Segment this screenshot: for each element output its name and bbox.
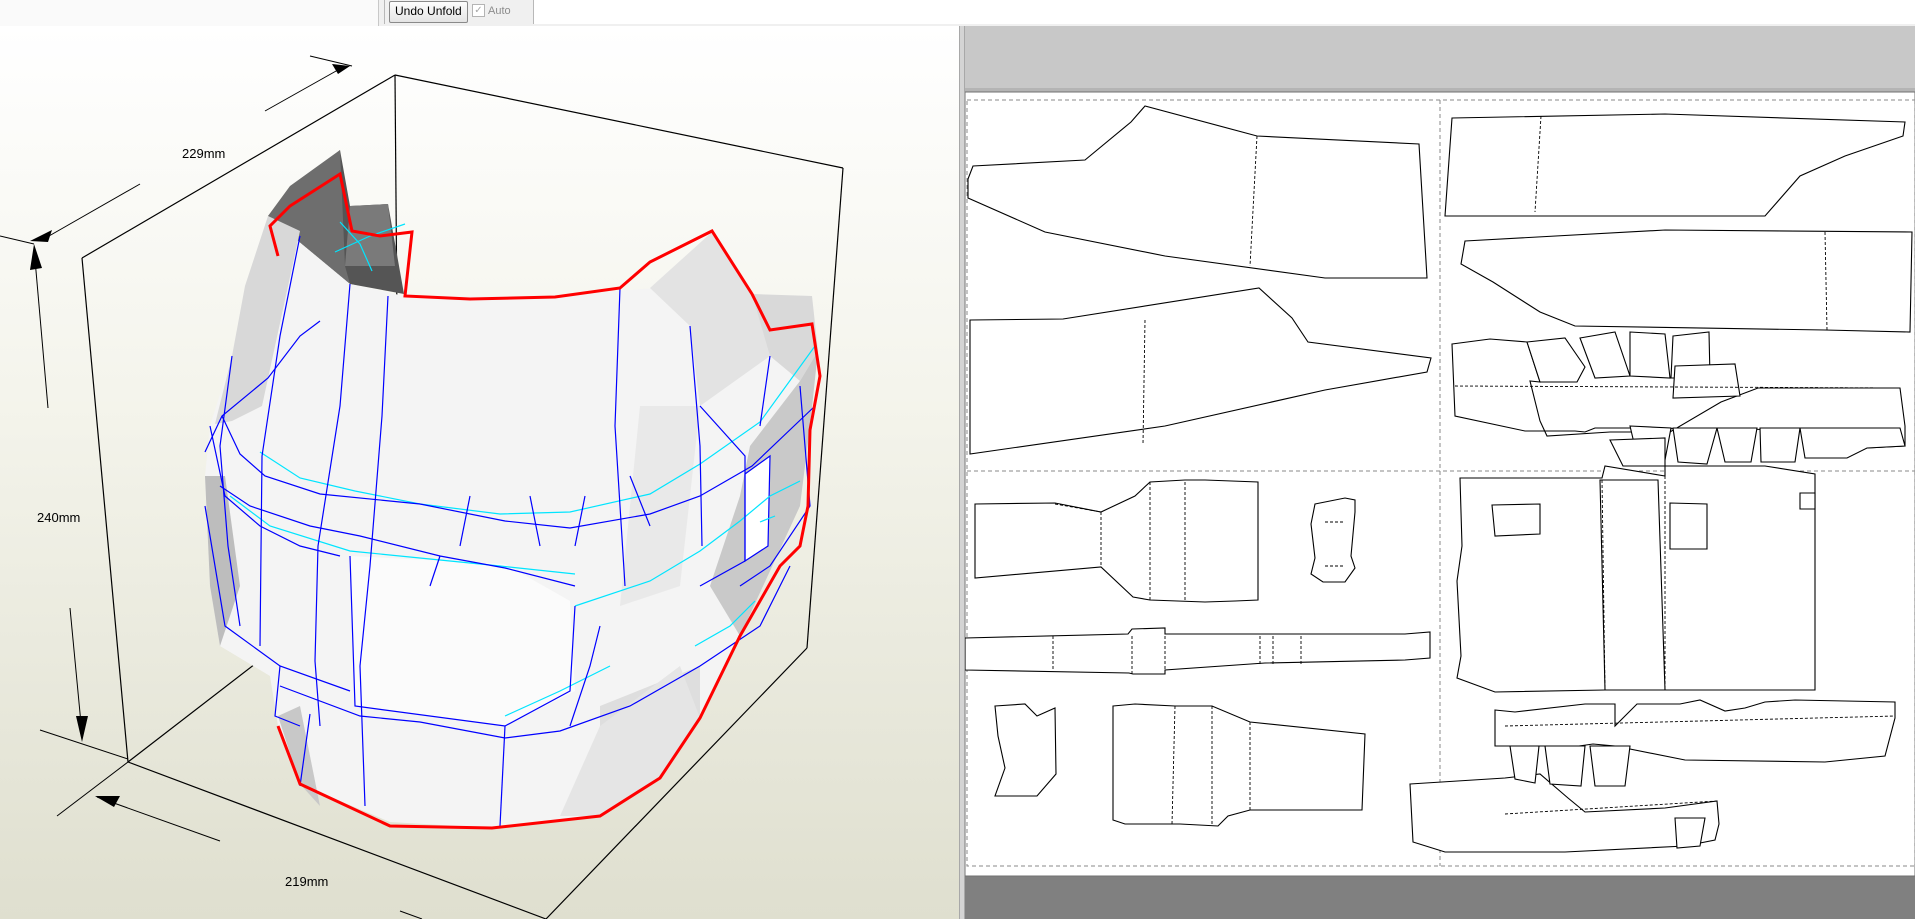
2d-pattern-view[interactable] [965, 26, 1915, 919]
toolbar-left-area [0, 0, 379, 26]
toolbar-right-area [534, 0, 1915, 24]
auto-checkbox[interactable]: ✓ Auto [472, 4, 511, 17]
pattern-canvas [965, 91, 1915, 877]
3d-model-view[interactable]: 229mm 240mm 219mm [0, 26, 959, 919]
3d-model-canvas [0, 55, 844, 919]
toolbar: Undo Unfold ✓ Auto [0, 0, 1915, 27]
depth-dimension-label: 229mm [182, 146, 226, 161]
undo-unfold-button[interactable]: Undo Unfold [389, 1, 468, 23]
width-dimension-label: 219mm [285, 874, 329, 889]
check-icon: ✓ [472, 4, 485, 17]
auto-label: Auto [488, 4, 511, 17]
height-dimension-label: 240mm [37, 510, 81, 525]
